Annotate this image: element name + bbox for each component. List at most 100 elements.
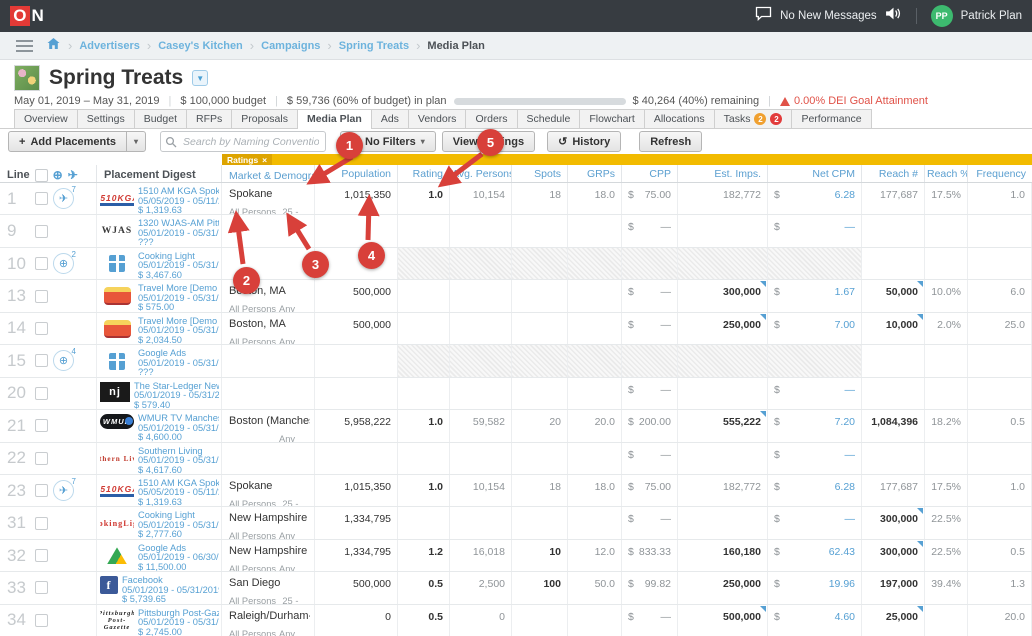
placement-name[interactable]: Pittsburgh Post-Gazett... [138, 609, 219, 619]
plane-icon[interactable]: ✈7 [53, 188, 74, 209]
header-market-demographics[interactable]: Market & Demographics [222, 165, 315, 182]
frequency-cell[interactable] [968, 248, 1032, 279]
cpp-cell[interactable]: $— [622, 605, 678, 636]
placement-name[interactable]: The Star-Ledger Newa... [134, 382, 219, 392]
reach-num-cell[interactable] [862, 215, 925, 246]
net-cpm-cell[interactable]: $6.28 [768, 183, 862, 214]
population-cell[interactable]: 1,015,350 [315, 475, 398, 506]
spots-cell[interactable] [512, 507, 568, 538]
tab-media-plan[interactable]: Media Plan [297, 109, 372, 129]
row-checkbox[interactable] [35, 192, 48, 205]
population-cell[interactable] [315, 378, 398, 409]
spots-cell[interactable]: 100 [512, 572, 568, 603]
globe-icon[interactable]: ⊕4 [53, 350, 74, 371]
placement-name[interactable]: Cooking Light [138, 511, 219, 521]
population-cell[interactable]: 1,015,350 [315, 183, 398, 214]
net-cpm-cell[interactable]: $1.67 [768, 280, 862, 311]
row-checkbox[interactable] [35, 549, 48, 562]
reach-num-cell[interactable]: 197,000 [862, 572, 925, 603]
tab-vendors[interactable]: Vendors [408, 109, 467, 128]
rating-cell[interactable] [398, 443, 450, 474]
avg-persons-cell[interactable]: 0 [450, 605, 512, 636]
row-checkbox[interactable] [35, 290, 48, 303]
reach-num-cell[interactable]: 10,000 [862, 313, 925, 344]
reach-num-cell[interactable] [862, 443, 925, 474]
placement-digest-cell[interactable]: CookingLight Cooking Light 05/01/2019 - … [97, 507, 222, 538]
grps-cell[interactable] [568, 215, 622, 246]
close-icon[interactable]: × [262, 155, 267, 165]
grps-cell[interactable] [568, 248, 622, 279]
cpp-cell[interactable]: $— [622, 280, 678, 311]
market-cell[interactable] [222, 345, 315, 376]
market-cell[interactable]: San Diego All Persons25 - 54 [222, 572, 315, 603]
placement-name[interactable]: Southern Living [138, 447, 219, 457]
header-spots[interactable]: Spots [512, 165, 568, 182]
est-imps-cell[interactable] [678, 443, 768, 474]
row-checkbox[interactable] [35, 581, 48, 594]
avg-persons-cell[interactable] [450, 215, 512, 246]
net-cpm-cell[interactable] [768, 248, 862, 279]
rating-cell[interactable] [398, 280, 450, 311]
frequency-cell[interactable] [968, 507, 1032, 538]
row-checkbox[interactable] [35, 484, 48, 497]
frequency-cell[interactable] [968, 378, 1032, 409]
globe-icon[interactable]: ⊕ [53, 169, 63, 181]
net-cpm-cell[interactable]: $— [768, 443, 862, 474]
placement-digest-cell[interactable]: 1510KGA 1510 AM KGA Spokan... 05/05/2019… [97, 475, 222, 506]
avg-persons-cell[interactable] [450, 378, 512, 409]
market-cell[interactable]: New Hampshire All PersonsAny Age [222, 540, 315, 571]
history-button[interactable]: ↺History [547, 131, 621, 152]
rating-cell[interactable] [398, 248, 450, 279]
rating-cell[interactable]: 1.2 [398, 540, 450, 571]
avg-persons-cell[interactable] [450, 507, 512, 538]
spots-cell[interactable] [512, 378, 568, 409]
reach-pct-cell[interactable]: 17.5% [925, 183, 968, 214]
est-imps-cell[interactable]: 160,180 [678, 540, 768, 571]
reach-pct-cell[interactable]: 22.5% [925, 507, 968, 538]
market-cell[interactable]: Boston (Manchester) Any Age [222, 410, 315, 441]
messages-label[interactable]: No New Messages [780, 10, 877, 22]
reach-num-cell[interactable]: 177,687 [862, 475, 925, 506]
breadcrumb-campaigns[interactable]: Campaigns [261, 40, 320, 52]
frequency-cell[interactable]: 1.0 [968, 183, 1032, 214]
select-all-checkbox[interactable] [35, 169, 48, 182]
est-imps-cell[interactable] [678, 378, 768, 409]
spots-cell[interactable] [512, 313, 568, 344]
market-cell[interactable] [222, 378, 315, 409]
market-cell[interactable]: Boston, MA All PersonsAny Age [222, 313, 315, 344]
avatar[interactable]: PP [931, 5, 953, 27]
net-cpm-cell[interactable]: $4.60 [768, 605, 862, 636]
est-imps-cell[interactable] [678, 507, 768, 538]
market-cell[interactable]: Spokane All Persons25 - 49 [222, 183, 315, 214]
reach-pct-cell[interactable]: 2.0% [925, 313, 968, 344]
placement-digest-cell[interactable]: 1510KGA 1510 AM KGA Spokan... 05/05/2019… [97, 183, 222, 214]
frequency-cell[interactable]: 0.5 [968, 540, 1032, 571]
spots-cell[interactable]: 18 [512, 183, 568, 214]
population-cell[interactable]: 1,334,795 [315, 540, 398, 571]
spots-cell[interactable] [512, 248, 568, 279]
placement-name[interactable]: 1510 AM KGA Spokan... [138, 187, 219, 197]
frequency-cell[interactable] [968, 443, 1032, 474]
reach-num-cell[interactable] [862, 248, 925, 279]
placement-digest-cell[interactable]: Southern Living Southern Living 05/01/20… [97, 443, 222, 474]
header-grps[interactable]: GRPs [568, 165, 622, 182]
tab-allocations[interactable]: Allocations [644, 109, 715, 128]
population-cell[interactable] [315, 215, 398, 246]
est-imps-cell[interactable]: 250,000 [678, 313, 768, 344]
placement-name[interactable]: Travel More [Demo Pro... [138, 284, 219, 294]
grps-cell[interactable] [568, 605, 622, 636]
add-placements-dropdown[interactable]: ▾ [126, 131, 146, 152]
avg-persons-cell[interactable] [450, 280, 512, 311]
avg-persons-cell[interactable] [450, 443, 512, 474]
reach-pct-cell[interactable] [925, 345, 968, 376]
spots-cell[interactable] [512, 215, 568, 246]
net-cpm-cell[interactable]: $— [768, 378, 862, 409]
header-cpp[interactable]: CPP [622, 165, 678, 182]
reach-num-cell[interactable]: 1,084,396 [862, 410, 925, 441]
est-imps-cell[interactable]: 500,000 [678, 605, 768, 636]
rating-cell[interactable] [398, 345, 450, 376]
breadcrumb-advertiser-name[interactable]: Casey's Kitchen [158, 40, 243, 52]
net-cpm-cell[interactable]: $7.00 [768, 313, 862, 344]
avg-persons-cell[interactable]: 2,500 [450, 572, 512, 603]
reach-pct-cell[interactable] [925, 215, 968, 246]
